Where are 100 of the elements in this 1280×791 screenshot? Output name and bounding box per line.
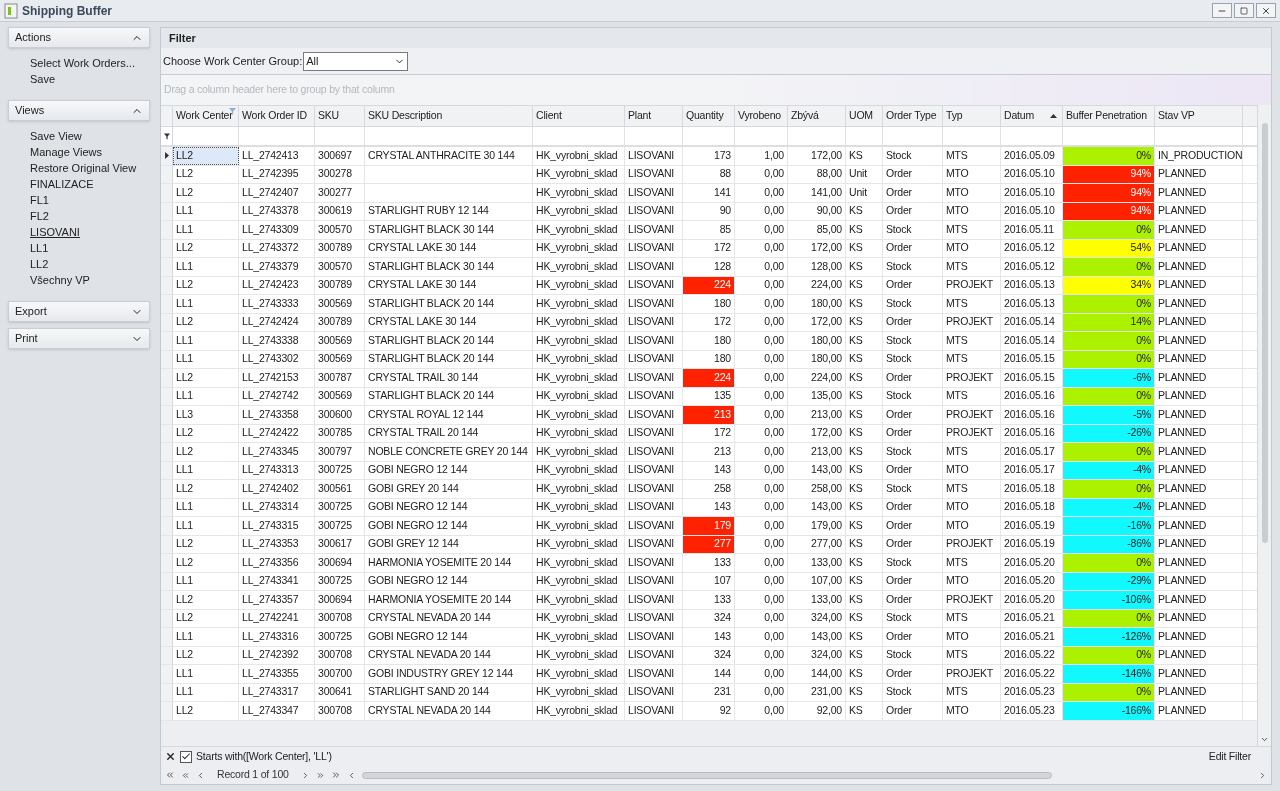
edit-filter-link[interactable]: Edit Filter	[1208, 748, 1251, 765]
group-header[interactable]: Print	[8, 328, 150, 349]
sidebar-link[interactable]: LISOVANI	[30, 224, 150, 240]
column-header[interactable]: Plant	[625, 106, 683, 126]
table-cell: MTS	[943, 332, 1001, 350]
column-header[interactable]: Order Type	[883, 106, 943, 126]
column-header[interactable]: Work Order ID	[239, 106, 315, 126]
table-cell: LL2	[173, 369, 239, 387]
column-header[interactable]: Zbývá	[788, 106, 846, 126]
table-cell: 224,00	[788, 369, 846, 387]
table-cell: 107,00	[788, 572, 846, 590]
sidebar-link[interactable]: Manage Views	[30, 144, 150, 160]
table-cell: GOBI NEGRO 12 144	[365, 572, 533, 590]
horizontal-scrollbar[interactable]	[361, 771, 1052, 779]
table-cell: Order	[883, 165, 943, 183]
group-header[interactable]: Actions	[8, 27, 150, 48]
table-cell: NOBLE CONCRETE GREY 20 144	[365, 443, 533, 461]
table-cell: KS	[846, 350, 883, 368]
table-cell: MTO	[943, 202, 1001, 220]
table-cell: LL_2743355	[239, 665, 315, 683]
scroll-right-button[interactable]	[1258, 770, 1267, 780]
sidebar-link[interactable]: FL2	[30, 208, 150, 224]
table-cell: LISOVANI	[625, 202, 683, 220]
table-cell: 300619	[315, 202, 365, 220]
column-header[interactable]: Datum	[1001, 106, 1063, 126]
table-cell: KS	[846, 258, 883, 276]
table-cell: 172	[683, 424, 735, 442]
table-cell: PLANNED	[1155, 665, 1243, 683]
previous-page-button[interactable]	[181, 770, 190, 780]
sidebar-link[interactable]: Všechny VP	[30, 272, 150, 288]
table-cell: LISOVANI	[625, 646, 683, 664]
sidebar-link[interactable]: LL2	[30, 256, 150, 272]
next-page-button[interactable]	[315, 770, 325, 780]
table-cell: LL2	[173, 591, 239, 609]
table-cell: LISOVANI	[625, 313, 683, 331]
column-header[interactable]: Stav VP	[1155, 106, 1243, 126]
sidebar-link[interactable]: LL1	[30, 240, 150, 256]
table-cell: 0,00	[735, 332, 788, 350]
table-cell: 0,00	[735, 683, 788, 701]
table-cell: 300789	[315, 239, 365, 257]
table-cell: LL1	[173, 295, 239, 313]
table-cell: PLANNED	[1155, 202, 1243, 220]
last-record-button[interactable]	[330, 770, 341, 780]
table-cell: HARMONIA YOSEMITE 20 144	[365, 591, 533, 609]
window-title: Shipping Buffer	[22, 2, 112, 20]
column-header[interactable]: SKU	[315, 106, 365, 126]
group-dropdown[interactable]: All	[303, 51, 409, 71]
first-record-button[interactable]	[165, 770, 175, 780]
table-cell: KS	[846, 646, 883, 664]
close-button[interactable]	[1256, 3, 1276, 18]
column-header[interactable]: Quantity	[683, 106, 735, 126]
table-cell: HK_vyrobni_sklad	[533, 313, 625, 331]
table-cell: Order	[883, 591, 943, 609]
table-cell: 0,00	[735, 609, 788, 627]
table-cell: PLANNED	[1155, 332, 1243, 350]
vertical-scrollbar[interactable]	[1257, 105, 1271, 746]
sidebar-link[interactable]: Select Work Orders...	[30, 55, 150, 71]
row-indicator[interactable]	[161, 147, 173, 165]
table-cell: 128,00	[788, 258, 846, 276]
sidebar-link[interactable]: Restore Original View	[30, 160, 150, 176]
buffer-cell: -126%	[1063, 628, 1155, 646]
table-cell: KS	[846, 498, 883, 516]
sidebar-link[interactable]: Save	[30, 71, 150, 87]
table-cell: LL_2743302	[239, 350, 315, 368]
table-cell: HK_vyrobni_sklad	[533, 369, 625, 387]
clear-filter-button[interactable]	[165, 751, 176, 762]
table-cell: LL2	[173, 480, 239, 498]
table-cell: 324,00	[788, 646, 846, 664]
column-header[interactable]: UOM	[846, 106, 883, 126]
table-cell: Order	[883, 665, 943, 683]
table-cell: 300787	[315, 369, 365, 387]
column-header[interactable]: Buffer Penetration	[1063, 106, 1155, 126]
table-cell: 0,00	[735, 406, 788, 424]
column-header[interactable]: Work Center	[173, 106, 239, 126]
sidebar-link[interactable]: Save View	[30, 128, 150, 144]
table-cell: KS	[846, 665, 883, 683]
column-header[interactable]: Vyrobeno	[735, 106, 788, 126]
previous-record-button[interactable]	[196, 770, 205, 780]
buffer-cell: 0%	[1063, 221, 1155, 239]
table-cell: HK_vyrobni_sklad	[533, 406, 625, 424]
table-cell: Stock	[883, 295, 943, 313]
sidebar-link[interactable]: FL1	[30, 192, 150, 208]
table-cell: LL1	[173, 387, 239, 405]
group-header[interactable]: Views	[8, 100, 150, 121]
table-cell: LL1	[173, 258, 239, 276]
table-cell: Unit	[846, 184, 883, 202]
table-cell: KS	[846, 554, 883, 572]
table-cell: 300725	[315, 461, 365, 479]
table-cell: LL_2742422	[239, 424, 315, 442]
column-header[interactable]: Client	[533, 106, 625, 126]
table-cell: PLANNED	[1155, 609, 1243, 627]
minimize-button[interactable]	[1212, 3, 1232, 18]
sidebar-link[interactable]: FINALIZACE	[30, 176, 150, 192]
group-header[interactable]: Export	[8, 301, 150, 322]
filter-checkbox[interactable]	[180, 750, 192, 763]
table-cell: Order	[883, 313, 943, 331]
table-cell: Order	[883, 406, 943, 424]
column-header[interactable]: Typ	[943, 106, 1001, 126]
table-cell: LL_2742407	[239, 184, 315, 202]
column-header[interactable]: SKU Description	[365, 106, 533, 126]
